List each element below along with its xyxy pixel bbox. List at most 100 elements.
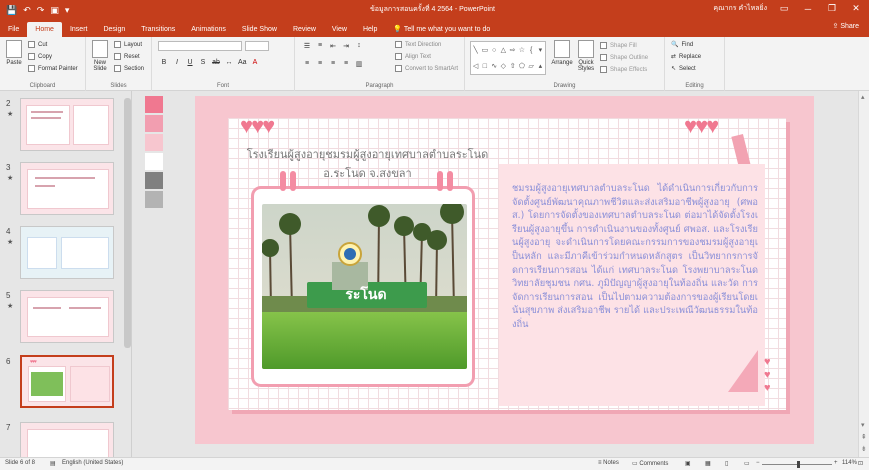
- layout-button[interactable]: Layout: [114, 41, 142, 48]
- font-size-dropdown[interactable]: [245, 41, 269, 51]
- slide-thumbnail[interactable]: [20, 162, 114, 215]
- change-case-icon[interactable]: Aa: [238, 59, 247, 66]
- reset-button[interactable]: Reset: [114, 53, 140, 60]
- fit-slide-icon[interactable]: ⊡: [858, 460, 863, 467]
- minimize-button[interactable]: ─: [801, 4, 815, 14]
- tab-help[interactable]: Help: [355, 22, 385, 37]
- share-button[interactable]: ⇪ Share: [833, 22, 860, 30]
- scroll-up-icon[interactable]: ▴: [861, 93, 865, 101]
- swatch[interactable]: [145, 96, 163, 113]
- italic-icon[interactable]: I: [173, 59, 181, 66]
- comments-button[interactable]: ▭ Comments: [632, 460, 668, 467]
- oval-shape-icon[interactable]: ○: [492, 47, 496, 54]
- rect-shape-icon[interactable]: ▭: [482, 46, 489, 54]
- notes-button[interactable]: ≡ Notes: [598, 460, 619, 466]
- cut-button[interactable]: Cut: [28, 41, 47, 48]
- maximize-button[interactable]: ❐: [825, 3, 839, 14]
- align-left-icon[interactable]: ≡: [303, 60, 311, 68]
- uparrow-shape-icon[interactable]: ⇧: [510, 62, 516, 70]
- shape-effects-button[interactable]: Shape Effects: [600, 66, 647, 73]
- copy-button[interactable]: Copy: [28, 53, 52, 60]
- arrange-button[interactable]: Arrange: [549, 40, 575, 66]
- find-button[interactable]: 🔍 Find: [671, 41, 693, 49]
- slide-thumbnail-selected[interactable]: ♥♥♥: [20, 355, 114, 408]
- quick-styles-button[interactable]: Quick Styles: [575, 40, 597, 72]
- swatch[interactable]: [145, 115, 163, 132]
- paste-button[interactable]: Paste: [3, 40, 25, 66]
- shape-fill-button[interactable]: Shape Fill: [600, 42, 637, 49]
- swatch[interactable]: [145, 153, 163, 170]
- start-slideshow-icon[interactable]: ▣: [50, 5, 59, 15]
- zoom-out-icon[interactable]: −: [756, 460, 760, 466]
- previous-slide-icon[interactable]: ⇞: [861, 433, 867, 441]
- ribbon-display-options-button[interactable]: ▭: [777, 3, 791, 14]
- underline-icon[interactable]: U: [186, 59, 194, 66]
- shape-outline-button[interactable]: Shape Outline: [600, 54, 648, 61]
- zoom-level[interactable]: 114%: [842, 460, 857, 466]
- slide-thumbnail-pane[interactable]: 2 ★ 3 ★ 4 ★ 5 ★ 6 ♥♥♥ 7: [0, 91, 132, 457]
- school-photo[interactable]: ระโนด: [262, 204, 467, 369]
- normal-view-icon[interactable]: ▣: [685, 460, 691, 467]
- smartart-button[interactable]: Convert to SmartArt: [395, 65, 458, 72]
- arrow-shape-icon[interactable]: ⇨: [510, 46, 516, 54]
- spacing-icon[interactable]: ↔: [225, 59, 233, 66]
- scroll-shapes-icon[interactable]: ▴: [539, 62, 543, 70]
- slide-sorter-icon[interactable]: ▦: [705, 460, 711, 467]
- star-shape-icon[interactable]: ☆: [519, 46, 525, 54]
- pentagon-shape-icon[interactable]: ⬠: [519, 62, 525, 70]
- tab-transitions[interactable]: Transitions: [133, 22, 183, 37]
- new-slide-button[interactable]: New Slide: [89, 40, 111, 72]
- line-shape-icon[interactable]: ╲: [474, 46, 478, 54]
- brace-shape-icon[interactable]: {: [530, 47, 532, 54]
- triangle-shape-icon[interactable]: △: [501, 46, 506, 54]
- numbering-icon[interactable]: ≡: [316, 42, 324, 50]
- slide-body-text[interactable]: ชมรมผู้สูงอายุเทศบาลตำบลระโนด ได้ดำเนินก…: [512, 182, 758, 332]
- save-icon[interactable]: 💾: [6, 5, 17, 15]
- strikethrough-icon[interactable]: ab: [212, 59, 220, 66]
- swatch[interactable]: [145, 134, 163, 151]
- increase-indent-icon[interactable]: ⇥: [342, 42, 350, 50]
- shapes-gallery[interactable]: ╲ ▭ ○ △ ⇨ ☆ {▾ ◁ □ ∿ ◇ ⇧ ⬠ ▱ ▴: [470, 41, 546, 75]
- align-text-button[interactable]: Align Text: [395, 53, 431, 60]
- tab-design[interactable]: Design: [95, 22, 133, 37]
- tab-animations[interactable]: Animations: [183, 22, 234, 37]
- format-painter-button[interactable]: Format Painter: [28, 65, 78, 72]
- slide-thumbnail[interactable]: [20, 98, 114, 151]
- undo-icon[interactable]: ↶: [23, 5, 31, 15]
- bold-icon[interactable]: B: [160, 59, 168, 66]
- select-button[interactable]: ↖ Select: [671, 65, 696, 73]
- diamond-shape-icon[interactable]: ◇: [501, 62, 506, 70]
- close-button[interactable]: ✕: [849, 3, 863, 14]
- align-center-icon[interactable]: ≡: [316, 60, 324, 68]
- slide-title-line1[interactable]: โรงเรียนผู้สูงอายุชมรมผู้สูงอายุเทศบาลตำ…: [245, 145, 490, 163]
- decrease-indent-icon[interactable]: ⇤: [329, 42, 337, 50]
- redo-icon[interactable]: ↷: [37, 5, 45, 15]
- editor-scrollbar[interactable]: ▴ ▾ ⇞ ⇟: [858, 91, 869, 457]
- shadow-icon[interactable]: S: [199, 59, 207, 66]
- zoom-slider-thumb[interactable]: [797, 461, 800, 468]
- font-name-dropdown[interactable]: [158, 41, 242, 51]
- thumbnail-scrollbar[interactable]: [124, 98, 131, 348]
- tab-insert[interactable]: Insert: [62, 22, 96, 37]
- slide-thumbnail[interactable]: [20, 422, 114, 457]
- bullets-icon[interactable]: ☰: [303, 42, 311, 50]
- font-color-icon[interactable]: A: [251, 59, 259, 66]
- more-shapes-icon[interactable]: ▾: [539, 46, 543, 54]
- tab-file[interactable]: File: [0, 22, 27, 37]
- columns-icon[interactable]: ▥: [355, 60, 363, 68]
- swatch[interactable]: [145, 172, 163, 189]
- line-spacing-icon[interactable]: ↕: [355, 42, 363, 50]
- tab-review[interactable]: Review: [285, 22, 324, 37]
- reading-view-icon[interactable]: ▯: [725, 460, 728, 467]
- user-name[interactable]: คุณากร คำไหลยิ่ง: [713, 3, 767, 14]
- zoom-in-icon[interactable]: +: [834, 460, 838, 466]
- align-right-icon[interactable]: ≡: [329, 60, 337, 68]
- scroll-down-icon[interactable]: ▾: [861, 421, 865, 429]
- customize-qat-icon[interactable]: ▾: [65, 5, 70, 15]
- tab-view[interactable]: View: [324, 22, 355, 37]
- tell-me-input[interactable]: 💡 Tell me what you want to do: [393, 22, 490, 37]
- tab-home[interactable]: Home: [27, 22, 62, 37]
- language-indicator[interactable]: English (United States): [62, 460, 123, 466]
- replace-button[interactable]: ⇄ Replace: [671, 53, 701, 61]
- slide-thumbnail[interactable]: [20, 290, 114, 343]
